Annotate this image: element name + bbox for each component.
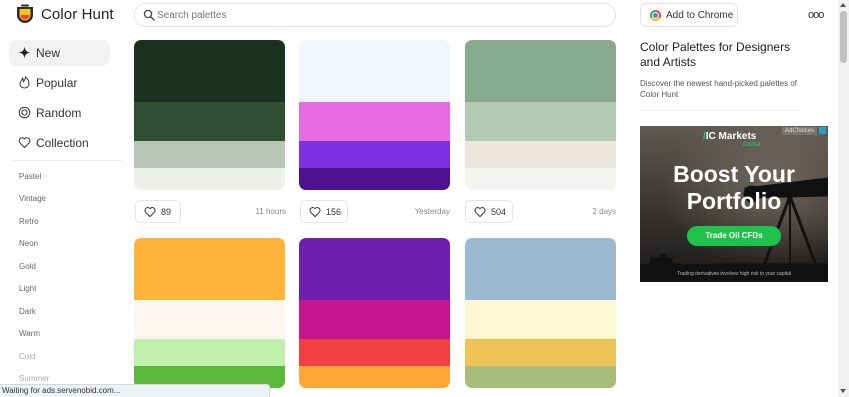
heart-icon [474,207,486,218]
ad-brand: /IC Markets [703,131,757,142]
status-text: Waiting for ads.servenobid.com... [2,386,121,395]
nav-popular[interactable]: Popular [9,70,110,96]
tag-pastel[interactable]: Pastel [19,172,41,181]
tag-dark[interactable]: Dark [19,307,36,316]
scroll-up-arrow-icon[interactable] [840,3,846,7]
like-count: 504 [491,207,507,217]
tag-warm[interactable]: Warm [19,329,40,338]
search-icon [143,9,155,21]
scrollbar-thumb[interactable] [840,11,847,63]
color-swatch[interactable] [134,141,285,168]
palette[interactable] [465,40,616,190]
palette-time: Yesterday [414,207,450,216]
scrollbar[interactable] [838,0,849,397]
heart-icon [144,207,156,218]
tag-retro[interactable]: Retro [19,217,39,226]
scroll-down-arrow-icon[interactable] [840,389,846,393]
heart-icon [18,137,31,148]
color-swatch[interactable] [299,40,450,102]
color-swatch[interactable] [299,300,450,339]
adchoices-icon[interactable] [819,127,826,134]
like-count: 156 [326,207,342,217]
color-swatch[interactable] [465,238,616,300]
right-panel-divider [640,110,800,111]
palette-time: 11 hours [255,207,286,216]
palette[interactable] [134,238,285,388]
tag-neon[interactable]: Neon [19,239,38,248]
color-swatch[interactable] [465,168,616,190]
adchoices-label[interactable]: AdChoices [782,127,818,135]
tag-light[interactable]: Light [19,284,36,293]
like-button[interactable]: 156 [300,200,348,223]
color-swatch[interactable] [134,300,285,339]
nav-popular-label: Popular [36,76,78,90]
ad-headline-line-1: Boost Your [673,161,795,187]
right-panel-title: Color Palettes for Designers and Artists [640,40,791,69]
nav-random-label: Random [36,106,82,120]
add-to-chrome-button[interactable]: Add to Chrome [640,3,738,27]
color-swatch[interactable] [134,238,285,300]
logo-icon[interactable] [14,4,36,26]
color-swatch[interactable] [465,300,616,339]
search-input[interactable] [157,7,597,23]
color-swatch[interactable] [299,339,450,366]
tag-vintage[interactable]: Vintage [19,194,46,203]
browser-status-bar: Waiting for ads.servenobid.com... [0,384,270,397]
like-button[interactable]: 504 [465,200,513,223]
color-swatch[interactable] [299,141,450,168]
add-to-chrome-label: Add to Chrome [666,10,734,21]
palette[interactable] [465,238,616,388]
color-swatch[interactable] [465,40,616,102]
header: Color Hunt Add to Chrome ooo [0,0,838,32]
tag-cold[interactable]: Cold [19,352,35,361]
search-bar[interactable] [134,3,616,27]
nav-collection[interactable]: Collection [9,130,110,156]
color-swatch[interactable] [299,102,450,141]
nav-new[interactable]: New [9,40,110,66]
color-swatch[interactable] [465,141,616,168]
like-count: 89 [161,207,172,217]
ad-headline: Boost Your Portfolio [640,161,828,215]
tag-summer[interactable]: Summer [19,374,49,383]
tag-gold[interactable]: Gold [19,262,36,271]
color-swatch[interactable] [134,168,285,190]
color-swatch[interactable] [134,40,285,102]
right-panel-subtitle: Discover the newest hand-picked palettes… [640,79,797,99]
color-swatch[interactable] [134,102,285,141]
like-button[interactable]: 89 [135,200,181,223]
color-swatch[interactable] [299,168,450,190]
palette[interactable] [134,40,285,190]
brand-name[interactable]: Color Hunt [41,6,114,23]
ad-cta-button[interactable]: Trade Oil CFDs [687,226,781,246]
color-swatch[interactable] [134,339,285,366]
ad-banner[interactable]: /IC Markets Global AdChoices Boost Your … [640,126,828,282]
chrome-icon [650,10,661,21]
palette[interactable] [299,40,450,190]
ad-brand-sub: Global [743,142,761,148]
sidebar-divider [10,160,122,161]
palette-time: 2 days [592,207,616,216]
color-swatch[interactable] [299,238,450,300]
palette[interactable] [299,238,450,388]
more-options-icon[interactable]: ooo [808,9,824,21]
color-swatch[interactable] [465,102,616,141]
nav-random[interactable]: Random [9,100,110,126]
nav-collection-label: Collection [36,136,89,150]
ad-disclaimer: Trading derivatives involves high risk t… [676,271,792,277]
flame-icon [19,76,30,89]
color-swatch[interactable] [465,366,616,388]
color-swatch[interactable] [465,339,616,366]
shuffle-icon [18,106,31,119]
color-swatch[interactable] [299,366,450,388]
heart-icon [309,207,321,218]
ad-headline-line-2: Portfolio [686,188,782,214]
nav-new-label: New [36,46,61,60]
sparkle-icon [18,46,31,59]
